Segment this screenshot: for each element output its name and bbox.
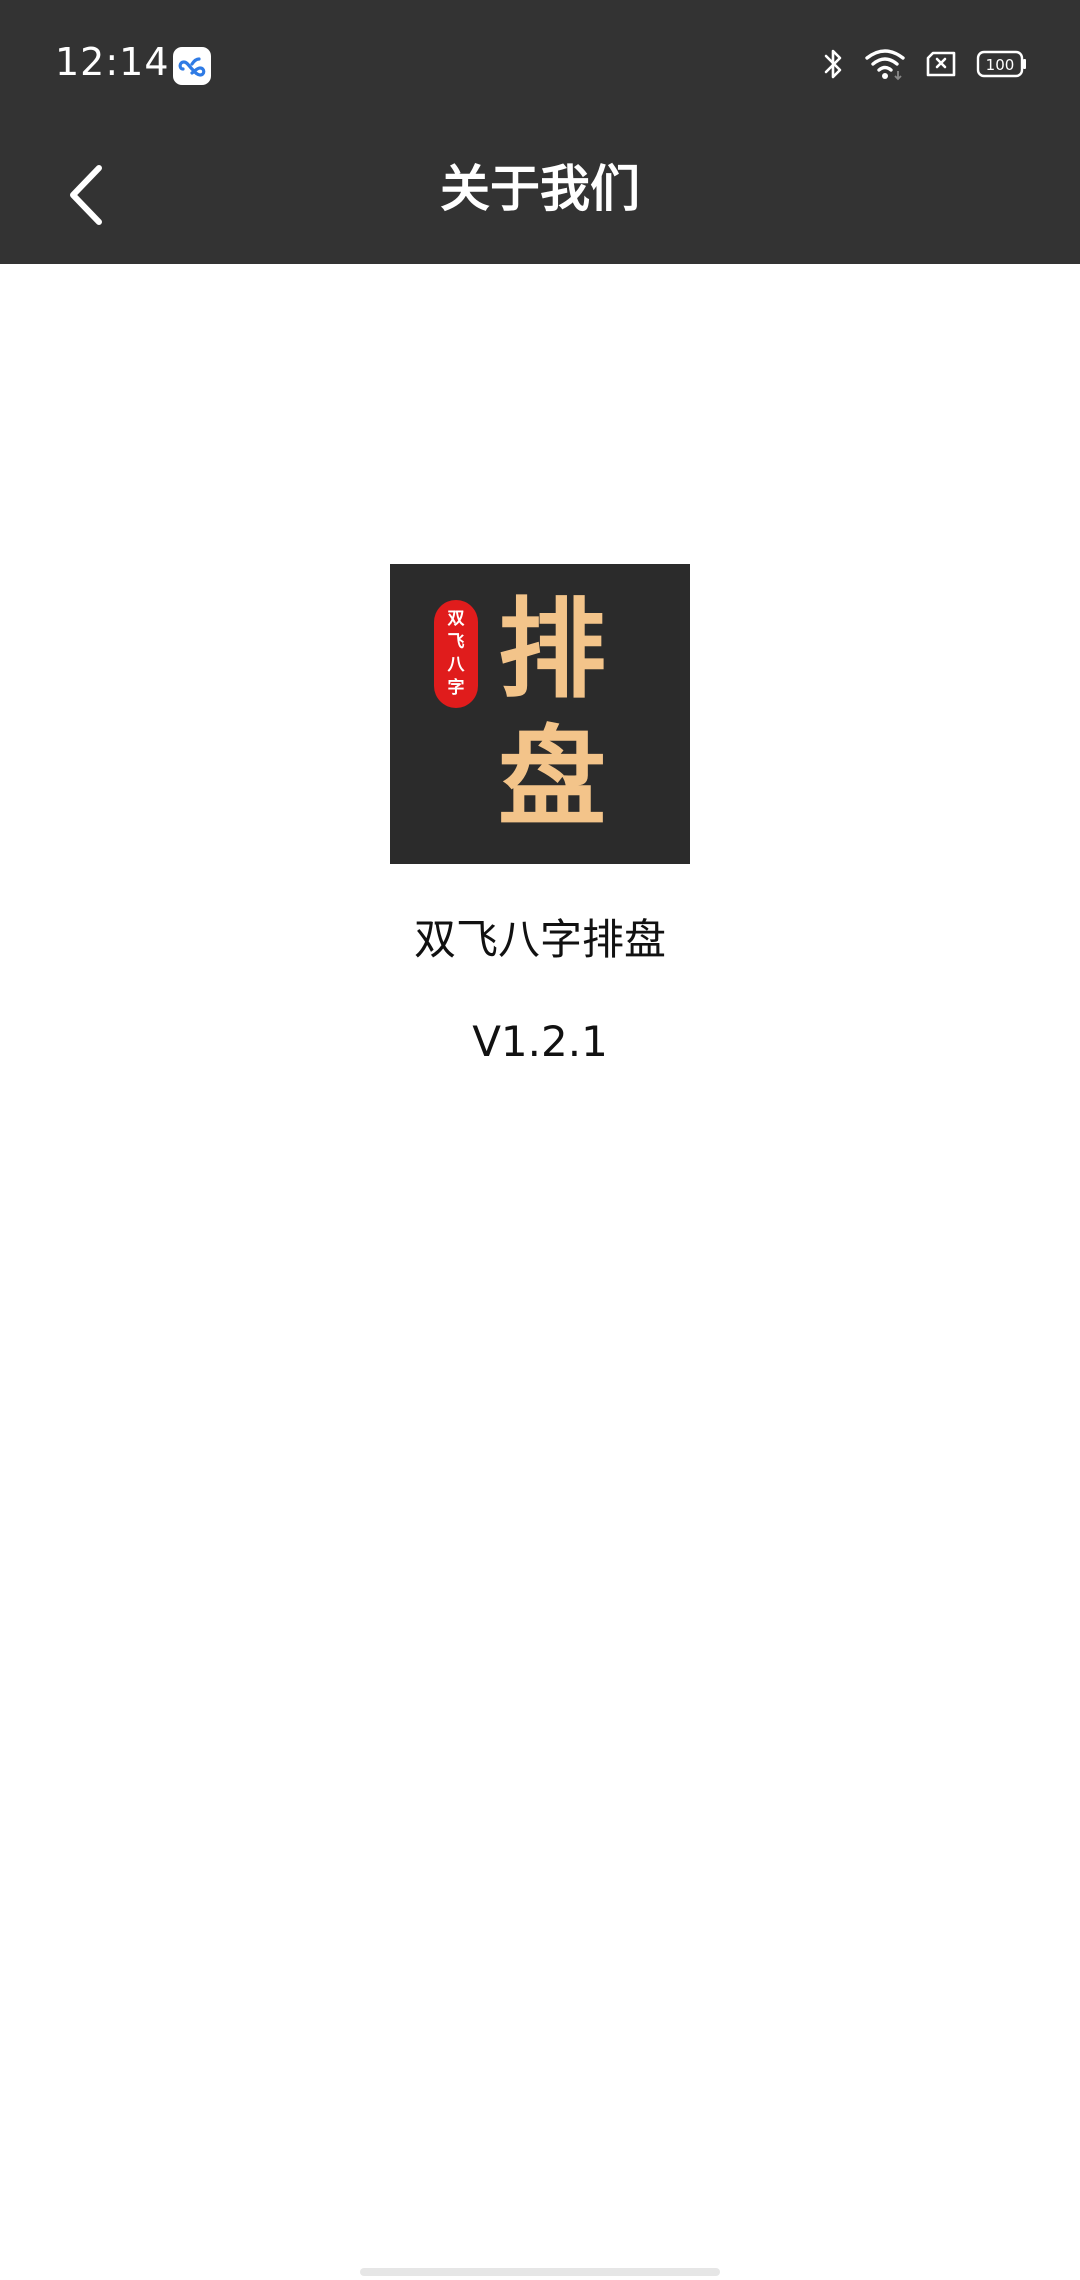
home-indicator[interactable] <box>360 2268 720 2276</box>
logo-seal-char: 双 <box>447 609 465 629</box>
logo-main-char: 排 <box>498 587 607 713</box>
top-bar: 12:14 100 关于我们 <box>0 0 1080 264</box>
status-time: 12:14 <box>55 40 170 84</box>
logo-seal-char: 字 <box>447 678 465 698</box>
page-title: 关于我们 <box>440 160 640 218</box>
logo-seal-char: 飞 <box>447 632 465 652</box>
logo-seal-char: 八 <box>447 655 465 675</box>
battery-level: 100 <box>986 56 1015 74</box>
wifi-icon <box>864 47 906 85</box>
app-name: 双飞八字排盘 <box>413 915 666 964</box>
about-us-screen: 12:14 100 关于我们 双 飞 八 字 排 盘 双飞八字排盘 V1.2.1 <box>0 0 1080 2280</box>
logo-main-char: 盘 <box>498 715 607 841</box>
battery-icon: 100 <box>976 49 1028 83</box>
app-logo: 双 飞 八 字 排 盘 <box>390 564 690 864</box>
app-notification-icon <box>173 47 211 85</box>
no-sim-icon <box>924 49 958 83</box>
logo-seal: 双 飞 八 字 <box>434 600 478 708</box>
app-bar: 关于我们 <box>0 130 1080 264</box>
status-bar: 12:14 100 <box>0 0 1080 130</box>
bluetooth-icon <box>822 46 846 86</box>
app-version: V1.2.1 <box>472 1017 608 1066</box>
status-icons: 100 <box>822 46 1028 86</box>
